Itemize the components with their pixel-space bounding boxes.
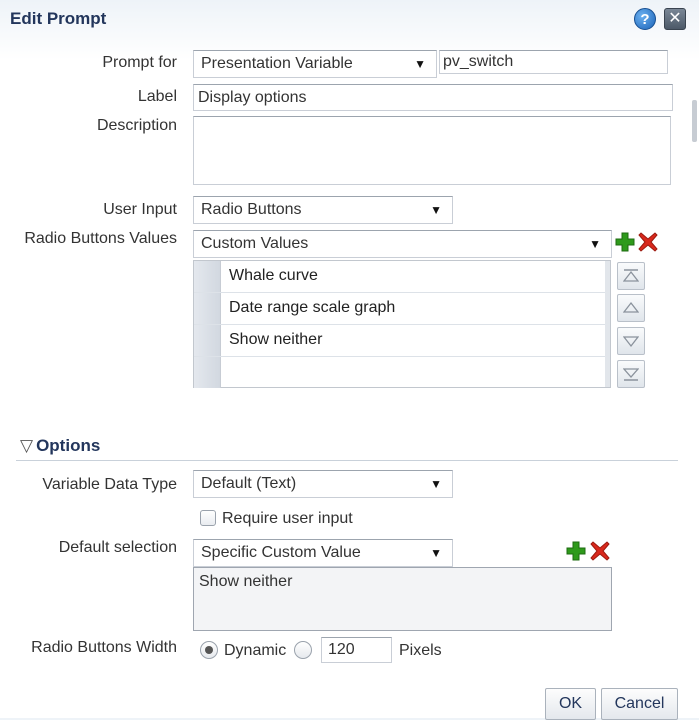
move-bottom-button[interactable] (617, 360, 645, 388)
move-down-icon (623, 336, 639, 348)
chevron-down-icon: ▼ (430, 546, 442, 560)
row-handle[interactable] (194, 261, 221, 292)
pixels-input[interactable]: 120 (321, 637, 392, 663)
options-header-text: Options (36, 436, 101, 455)
add-icon[interactable] (615, 232, 635, 252)
user-input-label: User Input (103, 201, 177, 218)
cancel-button[interactable]: Cancel (601, 688, 678, 720)
list-item-text: Show neither (229, 331, 323, 348)
prompt-for-value: Presentation Variable (201, 55, 353, 72)
edit-prompt-dialog: Edit Prompt ? ✕ Prompt for Presentation … (0, 0, 699, 720)
label-field-label: Label (137, 88, 177, 105)
default-selection-select[interactable]: Specific Custom Value ▼ (193, 539, 453, 567)
radio-values-source-select[interactable]: Custom Values ▼ (193, 230, 612, 258)
default-value-box[interactable]: Show neither (193, 567, 612, 631)
pixels-radio[interactable] (294, 641, 312, 659)
help-icon[interactable]: ? (634, 8, 656, 30)
require-user-input-checkbox[interactable] (200, 510, 216, 526)
dynamic-radio[interactable] (200, 641, 218, 659)
move-top-icon (623, 269, 639, 282)
list-item[interactable] (194, 357, 606, 389)
section-divider (16, 460, 678, 461)
default-value-text: Show neither (199, 573, 293, 590)
variable-data-type-label: Variable Data Type (42, 476, 177, 493)
description-label: Description (96, 117, 177, 134)
list-item[interactable]: Whale curve (194, 261, 606, 293)
variable-name-value: pv_switch (443, 53, 514, 70)
grid-scrollbar[interactable] (605, 261, 610, 387)
radio-values-grid: Whale curve Date range scale graph Show … (193, 260, 611, 388)
variable-data-type-value: Default (Text) (201, 475, 297, 492)
row-handle[interactable] (194, 293, 221, 324)
chevron-down-icon: ▼ (589, 237, 601, 251)
pixels-input-value: 120 (328, 641, 355, 658)
prompt-for-label: Prompt for (102, 54, 177, 71)
description-textarea[interactable] (193, 116, 671, 185)
pixels-label: Pixels (399, 642, 442, 659)
chevron-down-icon: ▼ (430, 477, 442, 491)
variable-data-type-select[interactable]: Default (Text) ▼ (193, 470, 453, 498)
require-user-input-label[interactable]: Require user input (222, 510, 353, 528)
label-input-value: Display options (198, 89, 307, 106)
label-input[interactable]: Display options (193, 84, 673, 111)
radio-selected-dot (205, 646, 213, 654)
chevron-down-icon: ▼ (414, 57, 426, 71)
dialog-scrollbar[interactable] (692, 100, 697, 142)
variable-name-input[interactable]: pv_switch (439, 50, 668, 74)
collapse-triangle-icon: ▽ (20, 436, 34, 455)
default-selection-value: Specific Custom Value (201, 544, 361, 561)
chevron-down-icon: ▼ (430, 203, 442, 217)
move-bottom-icon (623, 368, 639, 381)
radio-width-label: Radio Buttons Width (31, 639, 177, 656)
radio-values-source: Custom Values (201, 235, 309, 252)
dynamic-label[interactable]: Dynamic (224, 642, 286, 660)
row-handle[interactable] (194, 325, 221, 356)
close-icon[interactable]: ✕ (664, 8, 686, 30)
user-input-select[interactable]: Radio Buttons ▼ (193, 196, 453, 224)
user-input-value: Radio Buttons (201, 201, 302, 218)
list-item-text: Whale curve (229, 267, 318, 284)
dialog-title: Edit Prompt (10, 9, 107, 28)
options-section-toggle[interactable]: ▽ Options (20, 436, 100, 456)
list-item[interactable]: Show neither (194, 325, 606, 357)
ok-button[interactable]: OK (545, 688, 596, 720)
add-icon[interactable] (566, 541, 586, 561)
move-up-icon (623, 301, 639, 313)
radio-values-label: Radio Buttons Values (24, 230, 177, 247)
move-up-button[interactable] (617, 294, 645, 322)
prompt-for-select[interactable]: Presentation Variable ▼ (193, 50, 437, 78)
title-bar: Edit Prompt ? ✕ (0, 0, 699, 40)
delete-icon[interactable] (590, 541, 610, 561)
row-handle[interactable] (194, 357, 221, 388)
list-item-text: Date range scale graph (229, 299, 396, 316)
delete-icon[interactable] (638, 232, 658, 252)
list-item[interactable]: Date range scale graph (194, 293, 606, 325)
move-down-button[interactable] (617, 327, 645, 355)
default-selection-label: Default selection (58, 539, 177, 556)
move-top-button[interactable] (617, 262, 645, 290)
